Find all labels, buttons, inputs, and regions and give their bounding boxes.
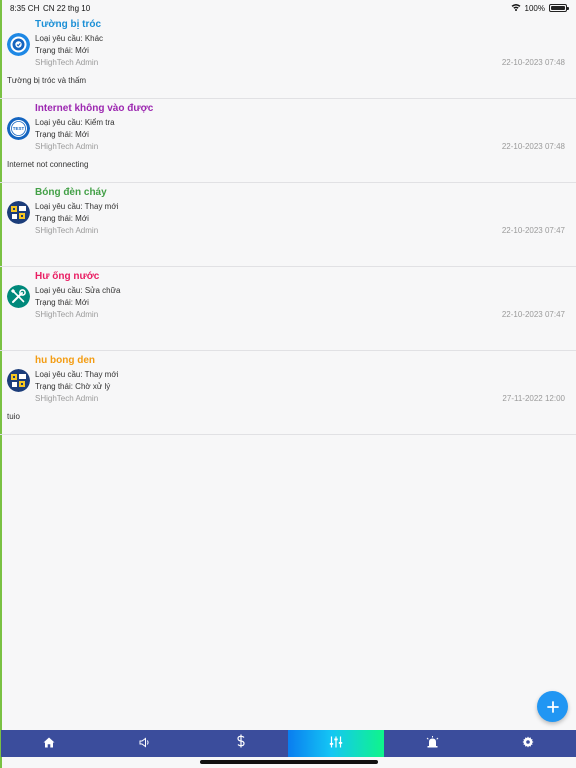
request-author: SHighTech Admin <box>35 394 99 403</box>
request-author: SHighTech Admin <box>35 142 99 151</box>
dollar-icon <box>236 734 246 753</box>
request-item[interactable]: Tường bị tróc Loại yêu cầu: Khác Trạng t… <box>0 15 576 99</box>
request-datetime: 22-10-2023 07:47 <box>501 226 565 235</box>
request-type: Loại yêu cầu: Khác <box>35 34 104 43</box>
request-list: Tường bị tróc Loại yêu cầu: Khác Trạng t… <box>0 15 576 435</box>
home-icon <box>43 735 55 753</box>
request-title: Bóng đèn cháy <box>35 187 107 198</box>
status-date: CN 22 thg 10 <box>43 4 91 13</box>
request-description: Internet not connecting <box>7 160 89 169</box>
status-bar: 8:35 CH CN 22 thg 10 100% <box>0 0 576 16</box>
request-item[interactable]: hu bong den Loại yêu cầu: Thay mới Trạng… <box>0 351 576 435</box>
request-author: SHighTech Admin <box>35 58 99 67</box>
bottom-nav <box>1 730 576 757</box>
request-title: Tường bị tróc <box>35 19 102 30</box>
request-status: Trạng thái: Mới <box>35 214 89 223</box>
request-datetime: 22-10-2023 07:48 <box>501 58 565 67</box>
home-indicator[interactable] <box>200 760 378 764</box>
add-request-button[interactable] <box>537 691 568 722</box>
replace-parts-icon <box>7 369 30 392</box>
speaker-icon <box>139 735 151 753</box>
battery-icon <box>549 4 569 12</box>
request-description: Tường bị tróc và thấm <box>7 76 87 85</box>
request-type: Loại yêu cầu: Kiểm tra <box>35 118 115 127</box>
request-type: Loại yêu cầu: Thay mới <box>35 370 119 379</box>
request-type: Loại yêu cầu: Sửa chữa <box>35 286 121 295</box>
request-title: Internet không vào được <box>35 103 154 114</box>
wrench-screwdriver-icon <box>7 285 30 308</box>
wifi-icon <box>511 3 521 13</box>
nav-alarm[interactable] <box>384 730 480 757</box>
nav-requests[interactable] <box>288 730 385 757</box>
request-status: Trạng thái: Mới <box>35 130 89 139</box>
request-author: SHighTech Admin <box>35 310 99 319</box>
alarm-icon <box>426 735 439 753</box>
svg-text:TEST: TEST <box>13 126 25 131</box>
nav-settings[interactable] <box>480 730 576 757</box>
request-type: Loại yêu cầu: Thay mới <box>35 202 119 211</box>
request-author: SHighTech Admin <box>35 226 99 235</box>
request-datetime: 22-10-2023 07:47 <box>501 310 565 319</box>
request-status: Trạng thái: Mới <box>35 298 89 307</box>
request-datetime: 27-11-2022 12:00 <box>502 394 565 403</box>
plus-icon <box>546 700 559 713</box>
request-title: Hư ống nước <box>35 271 100 282</box>
status-right: 100% <box>511 3 569 13</box>
sliders-icon <box>329 735 343 753</box>
request-item[interactable]: TEST Internet không vào được Loại yêu cầ… <box>0 99 576 183</box>
nav-home[interactable] <box>1 730 97 757</box>
gear-icon <box>522 735 534 753</box>
nav-announcements[interactable] <box>97 730 193 757</box>
nav-payments[interactable] <box>193 730 289 757</box>
request-status: Trạng thái: Chờ xử lý <box>35 382 111 391</box>
request-datetime: 22-10-2023 07:48 <box>501 142 565 151</box>
test-badge-icon: TEST <box>7 117 30 140</box>
request-status: Trạng thái: Mới <box>35 46 89 55</box>
battery-percent: 100% <box>524 3 545 13</box>
status-time: 8:35 CH <box>10 4 40 13</box>
replace-parts-icon <box>7 201 30 224</box>
request-description: tuio <box>7 412 20 421</box>
request-item[interactable]: Bóng đèn cháy Loại yêu cầu: Thay mới Trạ… <box>0 183 576 267</box>
request-item[interactable]: Hư ống nước Loại yêu cầu: Sửa chữa Trạng… <box>0 267 576 351</box>
request-title: hu bong den <box>35 355 95 366</box>
shield-check-icon <box>7 33 30 56</box>
